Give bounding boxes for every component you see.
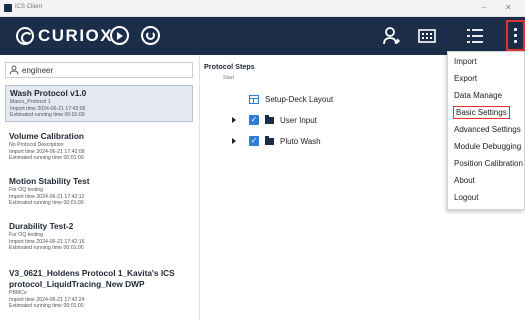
protocol-description: No Protocol Description xyxy=(9,142,64,148)
protocol-name: V3_0621_Holdens Protocol 1_Kavita's ICS … xyxy=(9,268,175,289)
user-selector[interactable]: engineer xyxy=(5,62,193,78)
protocol-name: Durability Test-2 xyxy=(9,221,74,231)
protocol-steps-title: Protocol Steps xyxy=(204,62,255,71)
protocol-item[interactable]: V3_0621_Holdens Protocol 1_Kavita's ICS … xyxy=(5,268,193,310)
step-label: Setup-Deck Layout xyxy=(265,94,334,104)
protocol-item[interactable]: Motion Stability Test For OQ testing Imp… xyxy=(5,176,193,207)
menu-item-import[interactable]: Import xyxy=(454,57,477,66)
more-vertical-icon xyxy=(514,28,517,46)
protocol-import-time: Import time 2024-06-21 17:42:24 xyxy=(9,296,85,303)
user-switch-icon[interactable] xyxy=(381,26,401,46)
step-pluto-wash[interactable]: ✓ Pluto Wash xyxy=(232,135,321,147)
protocol-description: Marco_Protocol 1 xyxy=(10,99,51,105)
protocol-running-time: Estimated running time 00:01:00 xyxy=(10,112,85,119)
curiox-logo-mark-icon xyxy=(16,27,34,45)
protocol-name: Volume Calibration xyxy=(9,131,84,141)
protocol-import-time: Import time 2024-06-21 17:42:08 xyxy=(9,148,85,155)
logo-text: CURIOX xyxy=(38,26,114,45)
folder-icon xyxy=(265,114,274,124)
menu-item-module-debugging[interactable]: Module Debugging xyxy=(454,142,521,151)
menu-item-about[interactable]: About xyxy=(454,176,475,185)
protocol-running-time: Estimated running time 00:01:00 xyxy=(9,245,84,252)
more-menu-button[interactable] xyxy=(506,20,525,51)
minimize-icon[interactable]: – xyxy=(482,2,486,14)
user-name: engineer xyxy=(22,66,54,75)
play-icon xyxy=(117,31,123,40)
protocol-steps-panel: Protocol Steps Start Setup-Deck Layout ✓… xyxy=(201,55,446,320)
protocol-import-time: Import time 2024-06-21 17:42:16 xyxy=(9,238,85,245)
protocol-description: For OQ testing xyxy=(9,232,44,238)
protocol-running-time: Estimated running time 00:01:00 xyxy=(9,200,84,207)
protocol-description: For OQ testing xyxy=(9,187,44,193)
close-icon[interactable]: ✕ xyxy=(505,2,512,14)
window-title: ICS Client xyxy=(15,4,43,10)
step-user-input[interactable]: ✓ User Input xyxy=(232,114,317,126)
protocol-import-time: Import time 2024-06-21 17:42:12 xyxy=(9,193,85,200)
protocol-name: Motion Stability Test xyxy=(9,176,90,186)
expand-arrow-icon[interactable] xyxy=(232,117,236,123)
list-icon[interactable] xyxy=(465,26,485,46)
menu-item-advanced-settings[interactable]: Advanced Settings xyxy=(454,125,521,134)
protocol-import-time: Import time 2024-06-21 17:42:05 xyxy=(10,105,86,112)
protocol-running-time: Estimated running time 00:01:00 xyxy=(9,155,84,162)
play-button[interactable] xyxy=(110,26,129,45)
plate-grid-icon[interactable] xyxy=(417,26,437,46)
protocol-item[interactable]: Durability Test-2 For OQ testing Import … xyxy=(5,221,193,252)
step-setup-deck-layout[interactable]: Setup-Deck Layout xyxy=(249,93,333,105)
step-checkbox[interactable]: ✓ xyxy=(249,115,259,125)
deck-layout-icon xyxy=(249,94,259,104)
app-header: CURIOX xyxy=(0,17,525,55)
refresh-button[interactable] xyxy=(141,26,160,45)
window-title-bar: ICS Client – ✕ xyxy=(0,0,525,17)
menu-item-position-calibration[interactable]: Position Calibration xyxy=(454,159,523,168)
expand-arrow-icon[interactable] xyxy=(232,138,236,144)
menu-item-data-manage[interactable]: Data Manage xyxy=(454,91,502,100)
steps-start-label: Start xyxy=(223,75,234,81)
protocol-item[interactable]: Wash Protocol v1.0 Marco_Protocol 1 Impo… xyxy=(5,85,193,122)
menu-item-export[interactable]: Export xyxy=(454,74,477,83)
refresh-icon xyxy=(146,31,155,40)
protocol-description: PBMCs xyxy=(9,290,27,296)
app-icon xyxy=(4,4,12,12)
protocol-name: Wash Protocol v1.0 xyxy=(10,88,87,98)
protocol-running-time: Estimated running time 00:01:00 xyxy=(9,303,84,310)
menu-item-basic-settings[interactable]: Basic Settings xyxy=(453,106,510,119)
step-checkbox[interactable]: ✓ xyxy=(249,136,259,146)
user-icon xyxy=(9,65,19,75)
menu-item-logout[interactable]: Logout xyxy=(454,193,478,202)
folder-icon xyxy=(265,135,274,145)
protocol-item[interactable]: Volume Calibration No Protocol Descripti… xyxy=(5,131,193,162)
curiox-logo: CURIOX xyxy=(16,25,113,47)
step-label: User Input xyxy=(280,115,317,125)
step-label: Pluto Wash xyxy=(280,136,321,146)
protocol-list-panel: engineer Wash Protocol v1.0 Marco_Protoc… xyxy=(0,55,200,320)
more-dropdown-menu: Import Export Data Manage Basic Settings… xyxy=(447,51,525,210)
